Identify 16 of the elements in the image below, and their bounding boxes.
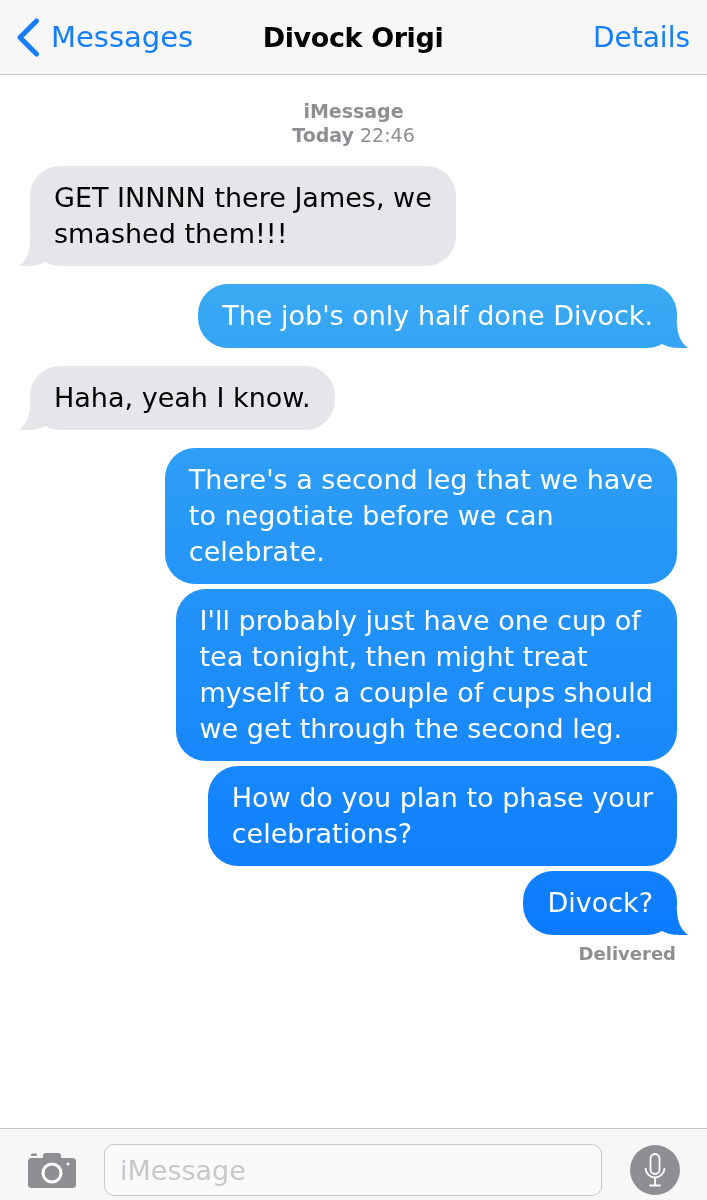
date-label: Today 22:46 (292, 123, 415, 147)
service-label: iMessage (303, 99, 404, 123)
message-bubble: There's a second leg that we have to negotiate before we can celebrate. (164, 448, 677, 584)
conversation-title: Divock Origi (262, 21, 444, 53)
message-bubble: GET INNNN there James, we smashed them!!! (19, 166, 456, 266)
message-bubble: Divock? (523, 871, 688, 935)
chevron-left-icon (16, 17, 40, 57)
delivery-status: Delivered (578, 943, 676, 965)
camera-icon[interactable] (28, 1152, 76, 1188)
message-bubble: I'll probably just have one cup of tea tonight, then might treat myself to a couple of cups should we get through the second leg. (175, 589, 677, 761)
back-button[interactable]: Messages (16, 17, 194, 57)
microphone-icon[interactable] (630, 1145, 680, 1195)
message-bubble: How do you plan to phase your celebrations? (207, 766, 677, 866)
message-bubble: Haha, yeah I know. (19, 366, 335, 430)
message-bubble: The job's only half done Divock. (198, 284, 688, 348)
details-button[interactable]: Details (592, 20, 690, 54)
